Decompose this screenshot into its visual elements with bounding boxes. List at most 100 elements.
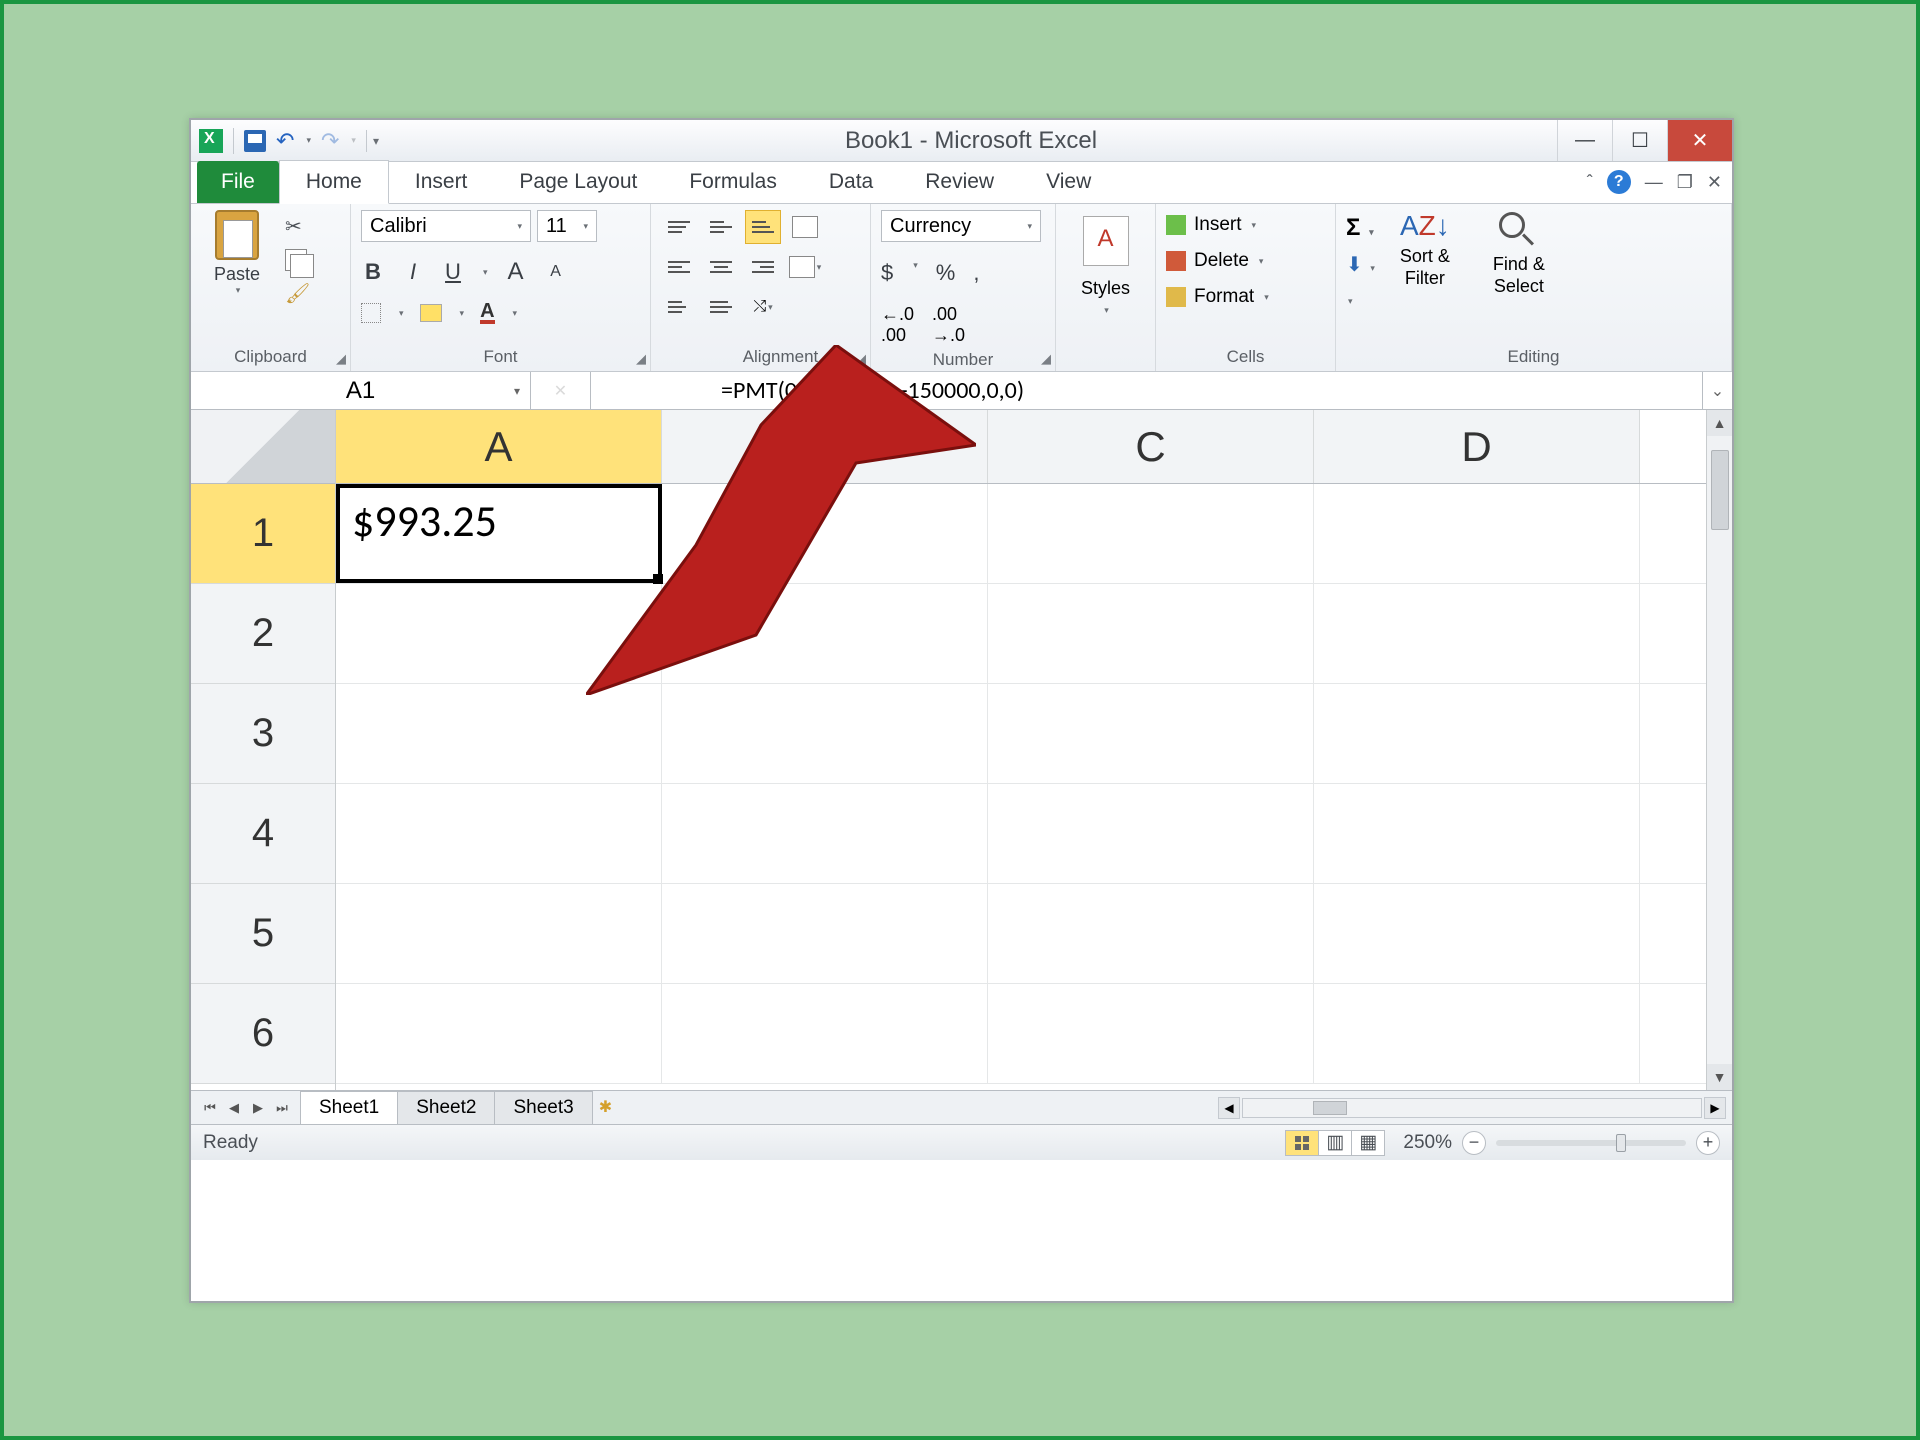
cell-d3[interactable] — [1314, 684, 1640, 783]
shrink-font-icon[interactable]: A — [544, 263, 568, 281]
undo-icon[interactable]: ↶ — [276, 130, 294, 152]
percent-format-icon[interactable]: % — [936, 260, 956, 286]
workbook-restore-icon[interactable]: ❐ — [1677, 172, 1693, 193]
cell-styles-icon[interactable] — [1083, 216, 1129, 266]
cancel-formula-icon[interactable]: ✕ — [554, 381, 567, 401]
cell-d1[interactable] — [1314, 484, 1640, 583]
format-cells-button[interactable]: Format ▾ — [1166, 286, 1269, 308]
minimize-ribbon-icon[interactable]: ˆ — [1587, 172, 1593, 193]
sheet-tab-sheet3[interactable]: Sheet3 — [494, 1091, 592, 1124]
row-header-3[interactable]: 3 — [191, 684, 335, 784]
redo-icon[interactable]: ↷ — [321, 130, 339, 152]
font-dialog-launcher-icon[interactable]: ◢ — [636, 351, 646, 367]
clipboard-dialog-launcher-icon[interactable]: ◢ — [336, 351, 346, 367]
excel-icon[interactable] — [199, 129, 223, 153]
view-page-layout-icon[interactable]: ▥ — [1318, 1130, 1352, 1156]
row-header-6[interactable]: 6 — [191, 984, 335, 1084]
align-left-icon[interactable] — [661, 250, 697, 284]
cell-b3[interactable] — [662, 684, 988, 783]
col-header-c[interactable]: C — [988, 410, 1314, 483]
col-header-b[interactable]: B — [662, 410, 988, 483]
zoom-slider-thumb[interactable] — [1616, 1134, 1626, 1152]
col-header-d[interactable]: D — [1314, 410, 1640, 483]
maximize-button[interactable]: ☐ — [1612, 120, 1667, 161]
increase-indent-icon[interactable] — [703, 290, 739, 324]
zoom-slider[interactable] — [1496, 1140, 1686, 1146]
sheet-nav-last-icon[interactable]: ⏭ — [271, 1097, 293, 1119]
decrease-decimal-icon[interactable]: .00→.0 — [932, 304, 965, 346]
align-right-icon[interactable] — [745, 250, 781, 284]
sheet-tab-sheet2[interactable]: Sheet2 — [397, 1091, 495, 1124]
row-header-2[interactable]: 2 — [191, 584, 335, 684]
alignment-dialog-launcher-icon[interactable]: ◢ — [856, 351, 866, 367]
zoom-in-button[interactable]: + — [1696, 1131, 1720, 1155]
row-header-4[interactable]: 4 — [191, 784, 335, 884]
zoom-level[interactable]: 250% — [1403, 1132, 1452, 1154]
close-button[interactable]: ✕ — [1667, 120, 1732, 161]
qat-customize-icon[interactable]: ▾ — [366, 130, 385, 152]
fill-icon[interactable]: ⬇ ▾ — [1346, 252, 1375, 277]
cell-b1[interactable] — [662, 484, 988, 583]
align-middle-icon[interactable] — [703, 210, 739, 244]
cell-c2[interactable] — [988, 584, 1314, 683]
sheet-tab-sheet1[interactable]: Sheet1 — [300, 1091, 398, 1124]
scroll-thumb[interactable] — [1711, 450, 1729, 530]
tab-view[interactable]: View — [1020, 161, 1117, 203]
vertical-scrollbar[interactable]: ▲ ▼ — [1706, 410, 1732, 1090]
tab-insert[interactable]: Insert — [389, 161, 494, 203]
tab-data[interactable]: Data — [803, 161, 899, 203]
cell-c6[interactable] — [988, 984, 1314, 1083]
col-header-a[interactable]: A — [336, 410, 662, 483]
cell-a6[interactable] — [336, 984, 662, 1083]
clear-icon[interactable]: ▾ — [1346, 287, 1375, 310]
cut-icon[interactable]: ✂ — [285, 214, 310, 239]
bold-button[interactable]: B — [361, 259, 385, 285]
underline-button[interactable]: U — [441, 259, 465, 285]
italic-button[interactable]: I — [401, 259, 425, 285]
sort-filter-button[interactable]: AZ↓ Sort & Filter — [1381, 210, 1469, 289]
copy-icon[interactable] — [285, 249, 307, 271]
cell-a5[interactable] — [336, 884, 662, 983]
grow-font-icon[interactable]: A — [504, 258, 528, 286]
cell-b2[interactable] — [662, 584, 988, 683]
number-format-combo[interactable]: Currency▾ — [881, 210, 1041, 242]
font-color-icon[interactable]: A — [480, 302, 494, 324]
hscroll-track[interactable] — [1242, 1098, 1702, 1118]
formula-input[interactable]: =PMT(0.0042,240,-150000,0,0) — [591, 372, 1702, 409]
merge-center-icon[interactable]: ▾ — [787, 250, 823, 284]
redo-dropdown[interactable]: ▾ — [351, 135, 356, 146]
tab-page-layout[interactable]: Page Layout — [493, 161, 663, 203]
autosum-icon[interactable]: Σ ▾ — [1346, 214, 1375, 242]
sheet-nav-first-icon[interactable]: ⏮ — [199, 1097, 221, 1119]
cell-b5[interactable] — [662, 884, 988, 983]
fill-color-icon[interactable] — [420, 304, 442, 322]
cell-d5[interactable] — [1314, 884, 1640, 983]
tab-review[interactable]: Review — [899, 161, 1020, 203]
align-center-icon[interactable] — [703, 250, 739, 284]
cell-d6[interactable] — [1314, 984, 1640, 1083]
scroll-down-icon[interactable]: ▼ — [1707, 1064, 1732, 1090]
format-painter-icon[interactable]: 🖌 — [285, 281, 310, 306]
insert-cells-button[interactable]: Insert ▾ — [1166, 214, 1256, 236]
tab-formulas[interactable]: Formulas — [663, 161, 803, 203]
row-header-1[interactable]: 1 — [191, 484, 335, 584]
tab-home[interactable]: Home — [279, 160, 389, 204]
font-name-combo[interactable]: Calibri▾ — [361, 210, 531, 242]
delete-cells-button[interactable]: Delete ▾ — [1166, 250, 1263, 272]
sheet-nav-prev-icon[interactable]: ◀ — [223, 1097, 245, 1119]
hscroll-thumb[interactable] — [1313, 1101, 1347, 1115]
select-all-corner[interactable] — [191, 410, 335, 484]
cell-a4[interactable] — [336, 784, 662, 883]
cell-c4[interactable] — [988, 784, 1314, 883]
orientation-icon[interactable]: ⤭▾ — [745, 290, 781, 324]
workbook-close-icon[interactable]: ✕ — [1707, 172, 1722, 193]
align-top-icon[interactable] — [661, 210, 697, 244]
cell-a1[interactable]: $993.25 — [336, 484, 662, 583]
comma-format-icon[interactable]: , — [973, 260, 979, 286]
row-header-5[interactable]: 5 — [191, 884, 335, 984]
cell-d2[interactable] — [1314, 584, 1640, 683]
view-normal-icon[interactable] — [1285, 1130, 1319, 1156]
scroll-up-icon[interactable]: ▲ — [1707, 410, 1732, 436]
accounting-format-icon[interactable]: $ — [881, 260, 893, 286]
cell-a3[interactable] — [336, 684, 662, 783]
